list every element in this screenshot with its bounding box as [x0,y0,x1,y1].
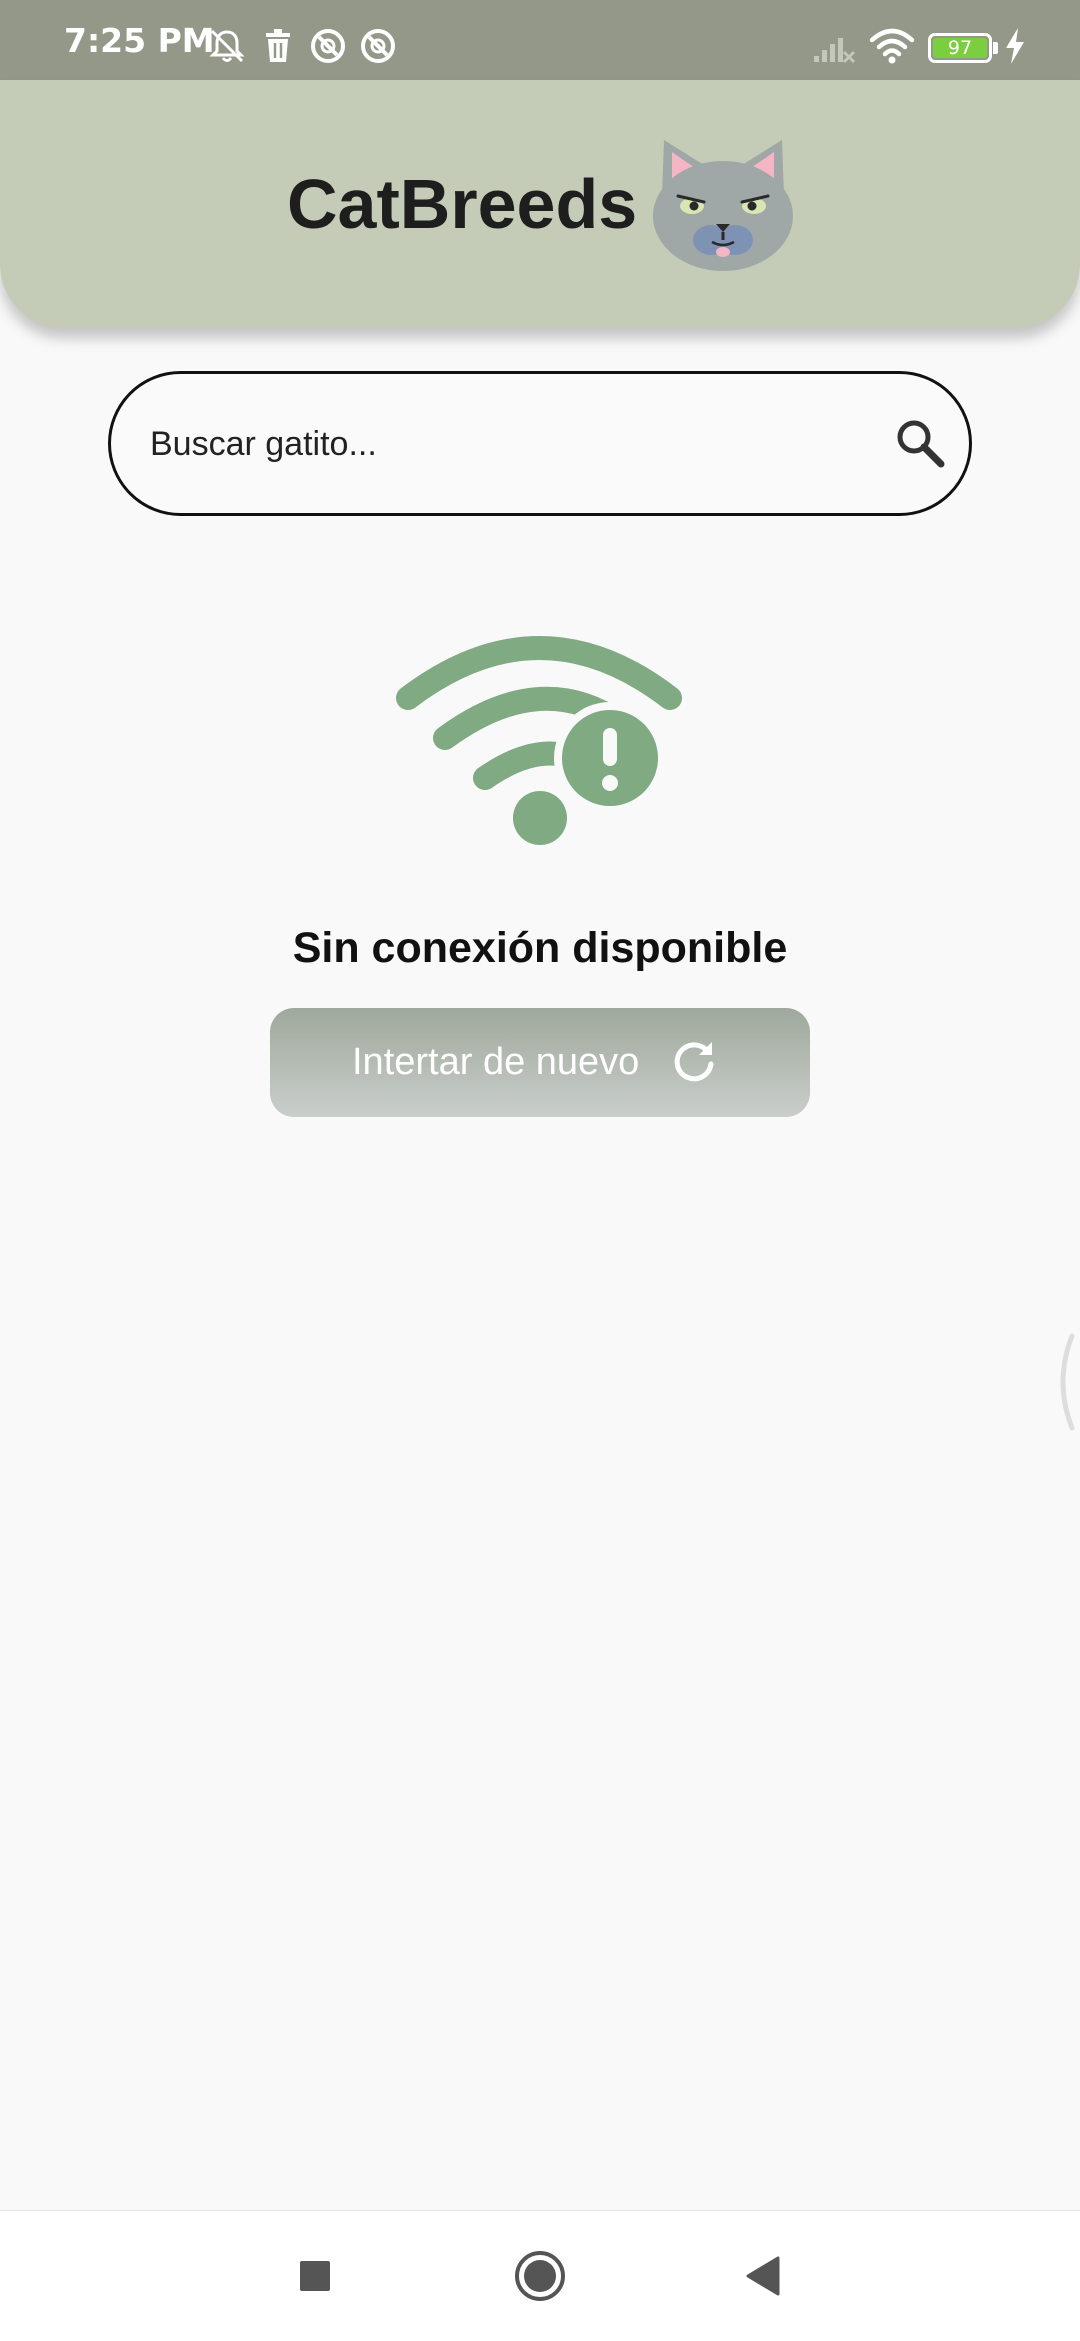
trash-icon [266,29,290,62]
battery-icon: 97 [928,33,992,63]
search-input[interactable] [150,414,870,474]
wifi-icon [869,28,915,64]
battery-tip [993,42,998,54]
search-icon[interactable] [891,414,951,474]
navigation-bar [0,2210,1080,2341]
app-bar: CatBreeds [0,80,1080,328]
search-bar[interactable] [108,371,972,516]
recents-button[interactable] [285,2246,345,2306]
home-button[interactable] [510,2246,570,2306]
status-bar: 7:25 PM 97 [0,0,1080,80]
app-notification-icon [361,29,395,63]
app-notification-icon [311,29,345,63]
offline-message: Sin conexión disponible [292,924,788,972]
retry-button[interactable]: Intertar de nuevo [270,1008,810,1117]
cat-face-logo [653,140,793,271]
charging-icon [1006,28,1024,64]
wifi-alert-icon [396,636,682,845]
edge-panel-handle[interactable] [1052,1332,1080,1432]
status-time: 7:25 PM [64,21,215,60]
app-title: CatBreeds [287,165,638,243]
back-button[interactable] [734,2246,794,2306]
battery-level: 97 [947,37,973,59]
cell-signal-off-icon [814,38,856,64]
retry-label: Intertar de nuevo [352,1041,640,1083]
refresh-icon [674,1042,714,1082]
notifications-muted-icon [209,29,245,63]
